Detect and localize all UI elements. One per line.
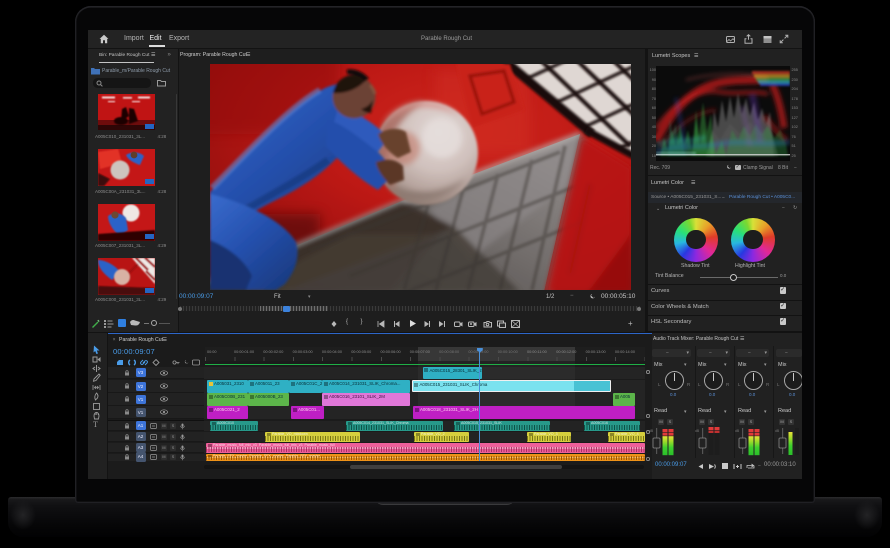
svg-text:dB: dB [649,429,654,433]
svg-text:dB: dB [775,429,780,433]
svg-text:dB: dB [735,429,740,433]
svg-text:dB: dB [695,429,700,433]
